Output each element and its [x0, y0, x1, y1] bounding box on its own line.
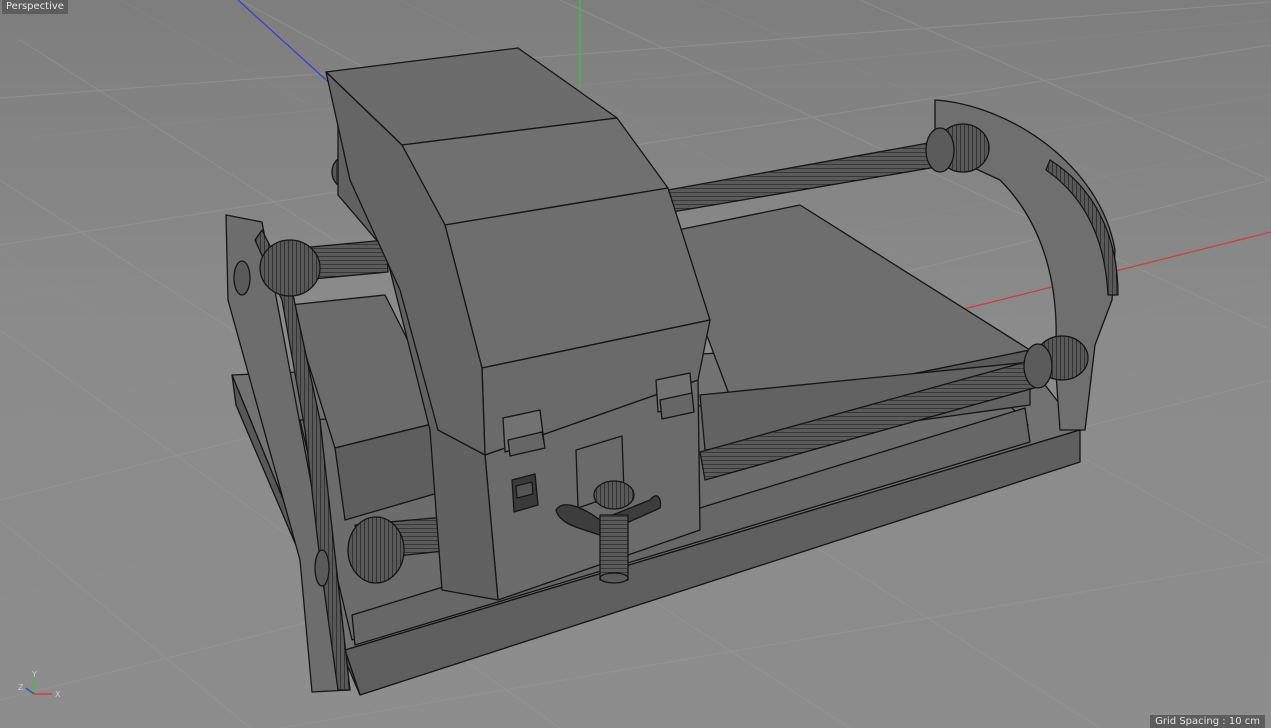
rear-rod — [667, 139, 949, 213]
viewport-view-label[interactable]: Perspective — [2, 0, 68, 14]
knob-rear-right — [925, 123, 990, 173]
grid-spacing-label: Grid Spacing : 10 cm — [1150, 715, 1265, 728]
printer-model — [225, 47, 1119, 696]
gizmo-z-label: Z — [18, 683, 24, 692]
axis-gizmo: Y X Z — [18, 670, 61, 699]
spindle-cap — [593, 480, 635, 510]
scene-canvas[interactable] — [0, 0, 1271, 728]
gizmo-x-label: X — [55, 690, 61, 699]
viewport-perspective[interactable]: Perspective Y X Z Grid Spacing : 10 cm — [0, 0, 1271, 728]
spindle — [599, 514, 629, 581]
gizmo-z-axis — [25, 687, 35, 695]
gizmo-y-label: Y — [31, 670, 37, 679]
